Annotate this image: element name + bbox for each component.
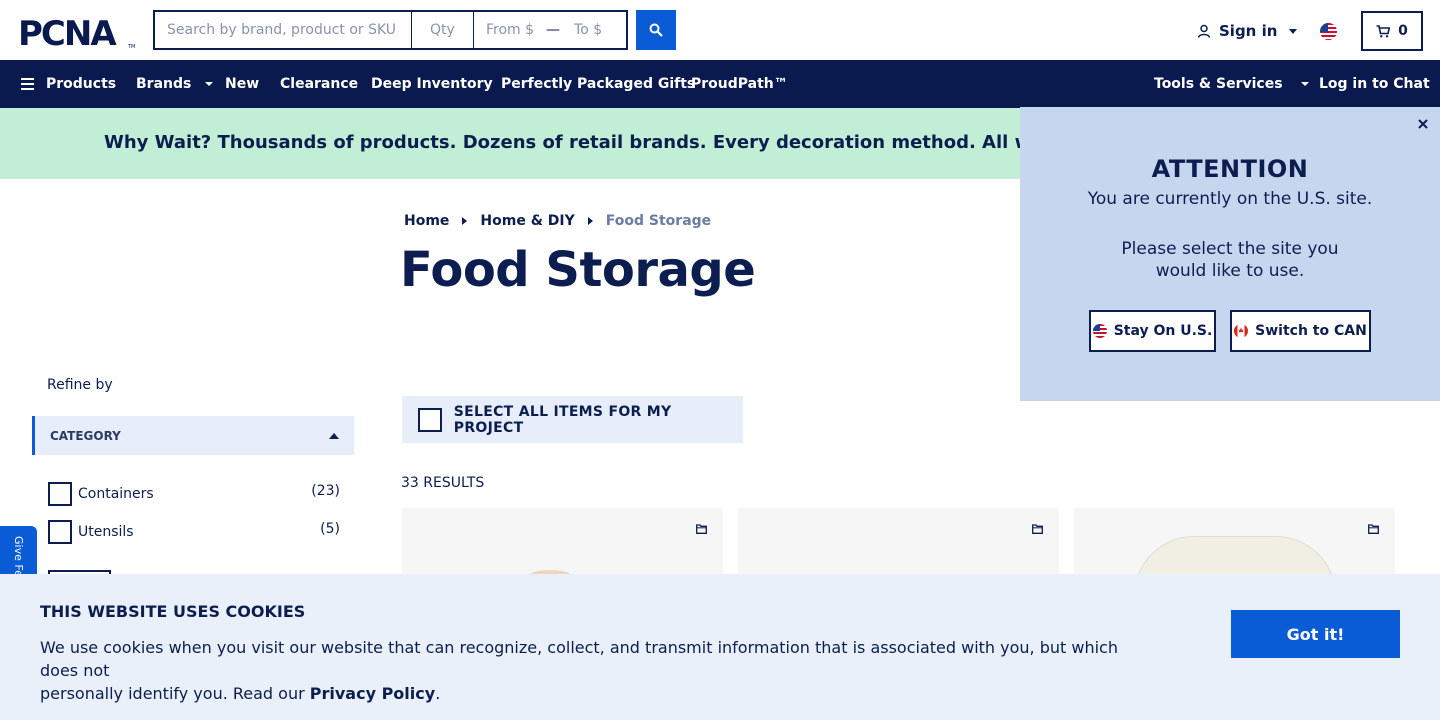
cookie-title: THIS WEBSITE USES COOKIES [40, 602, 306, 621]
nav-chat-label: Log in to Chat [1319, 76, 1430, 92]
canada-flag-icon [1234, 324, 1249, 338]
nav-chat[interactable]: Log in to Chat [1319, 60, 1430, 108]
privacy-policy-link[interactable]: Privacy Policy [310, 684, 435, 703]
nav-products[interactable]: Products [21, 60, 116, 108]
user-icon [1197, 24, 1211, 38]
nav-brands[interactable]: Brands [136, 60, 214, 108]
chevron-down-icon [1300, 82, 1309, 86]
category-header-label: CATEGORY [50, 428, 121, 443]
svg-text:TM: TM [127, 44, 135, 49]
nav-new-label: New [225, 76, 260, 92]
cart-icon [1376, 24, 1391, 37]
hamburger-icon [21, 78, 34, 90]
filter-option-count: (5) [320, 521, 340, 537]
filter-option-count: (23) [311, 483, 340, 499]
search-button[interactable] [636, 10, 676, 50]
cookie-text-line1: We use cookies when you visit our websit… [40, 638, 1118, 680]
nav-proudpath-label: ProudPath™ [691, 76, 788, 92]
folder-icon[interactable] [1032, 524, 1043, 534]
price-from-input[interactable]: From $ [486, 22, 534, 38]
price-range: From $ — To $ [474, 12, 626, 48]
chevron-down-icon [1289, 28, 1298, 34]
pcna-logo[interactable]: PCNA TM [18, 15, 136, 49]
nav-tools-services[interactable]: Tools & Services [1154, 60, 1309, 108]
cart-count: 0 [1398, 23, 1408, 39]
chevron-right-icon [587, 217, 593, 225]
nav-products-label: Products [46, 76, 117, 92]
select-all-label: SELECT ALL ITEMS FOR MY PROJECT [453, 403, 672, 436]
nav-tools-label: Tools & Services [1154, 76, 1283, 92]
site-selector-popup: ATTENTION You are currently on the U.S. … [1020, 107, 1440, 401]
breadcrumb-home-diy[interactable]: Home & DIY [480, 213, 574, 229]
switch-can-label: Switch to CAN [1255, 323, 1367, 339]
filter-option[interactable]: Containers (23) [48, 482, 340, 506]
close-icon[interactable] [1416, 117, 1430, 131]
cart-button[interactable]: 0 [1361, 11, 1423, 51]
search-input[interactable]: Search by brand, product or SKU [155, 12, 412, 48]
sign-in-label: Sign in [1219, 22, 1278, 40]
refine-label: Refine by [47, 377, 113, 393]
popup-message: You are currently on the U.S. site. [1087, 189, 1373, 209]
stay-us-button[interactable]: Stay On U.S. [1089, 310, 1216, 352]
sign-in-menu[interactable]: Sign in [1197, 20, 1298, 42]
nav-deep-inventory[interactable]: Deep Inventory [371, 60, 493, 108]
cookie-text-line2: personally identify you. Read our [40, 684, 310, 703]
folder-icon[interactable] [696, 524, 707, 534]
chevron-up-icon [329, 432, 339, 439]
popup-prompt-line1: Please select the site you [1121, 239, 1339, 259]
nav-clearance[interactable]: Clearance [280, 60, 358, 108]
main-nav: Products Brands New Clearance Deep Inven… [0, 60, 1440, 108]
price-to-input[interactable]: To $ [574, 22, 602, 38]
nav-gifts-label: Perfectly Packaged Gifts [501, 76, 696, 92]
nav-gifts[interactable]: Perfectly Packaged Gifts [501, 60, 695, 108]
page-title: Food Storage [400, 242, 756, 298]
switch-can-button[interactable]: Switch to CAN [1230, 310, 1371, 352]
filter-option-label: Containers [78, 486, 154, 502]
popup-prompt-line2: would like to use. [1155, 261, 1305, 281]
filter-option-label: Utensils [78, 524, 134, 540]
qty-input[interactable]: Qty [412, 12, 474, 48]
select-all-toggle[interactable]: SELECT ALL ITEMS FOR MY PROJECT [402, 396, 743, 443]
promo-banner-text[interactable]: Why Wait? Thousands of products. Dozens … [104, 132, 1175, 153]
nav-proudpath[interactable]: ProudPath™ [691, 60, 788, 108]
search-icon [649, 23, 663, 37]
folder-icon[interactable] [1368, 524, 1379, 534]
filter-checkbox[interactable] [48, 520, 72, 544]
breadcrumb-home[interactable]: Home [404, 213, 449, 229]
category-filter-header[interactable]: CATEGORY [32, 416, 354, 455]
chevron-down-icon [205, 82, 214, 86]
cookie-banner: THIS WEBSITE USES COOKIES We use cookies… [0, 574, 1440, 720]
search-bar: Search by brand, product or SKU Qty From… [153, 10, 628, 50]
filter-option[interactable]: Utensils (5) [48, 520, 340, 544]
breadcrumb-current: Food Storage [605, 213, 712, 229]
nav-brands-label: Brands [136, 76, 192, 92]
us-flag-icon[interactable] [1320, 23, 1337, 40]
filter-checkbox[interactable] [48, 482, 72, 506]
svg-text:PCNA: PCNA [18, 15, 117, 49]
results-count: 33 RESULTS [401, 475, 485, 491]
us-flag-icon [1092, 324, 1107, 338]
nav-clearance-label: Clearance [280, 76, 359, 92]
cookie-text-period: . [435, 684, 441, 703]
price-dash: — [546, 22, 561, 38]
stay-us-label: Stay On U.S. [1113, 323, 1213, 339]
chevron-right-icon [462, 217, 468, 225]
breadcrumb: Home Home & DIY Food Storage [404, 213, 711, 229]
select-all-checkbox[interactable] [418, 407, 442, 432]
got-it-button[interactable]: Got it! [1231, 610, 1400, 658]
nav-deep-inventory-label: Deep Inventory [371, 76, 493, 92]
popup-title: ATTENTION [1151, 155, 1309, 183]
cookie-text: We use cookies when you visit our websit… [40, 636, 1140, 705]
nav-new[interactable]: New [225, 60, 259, 108]
site-header: PCNA TM Search by brand, product or SKU … [0, 0, 1440, 60]
